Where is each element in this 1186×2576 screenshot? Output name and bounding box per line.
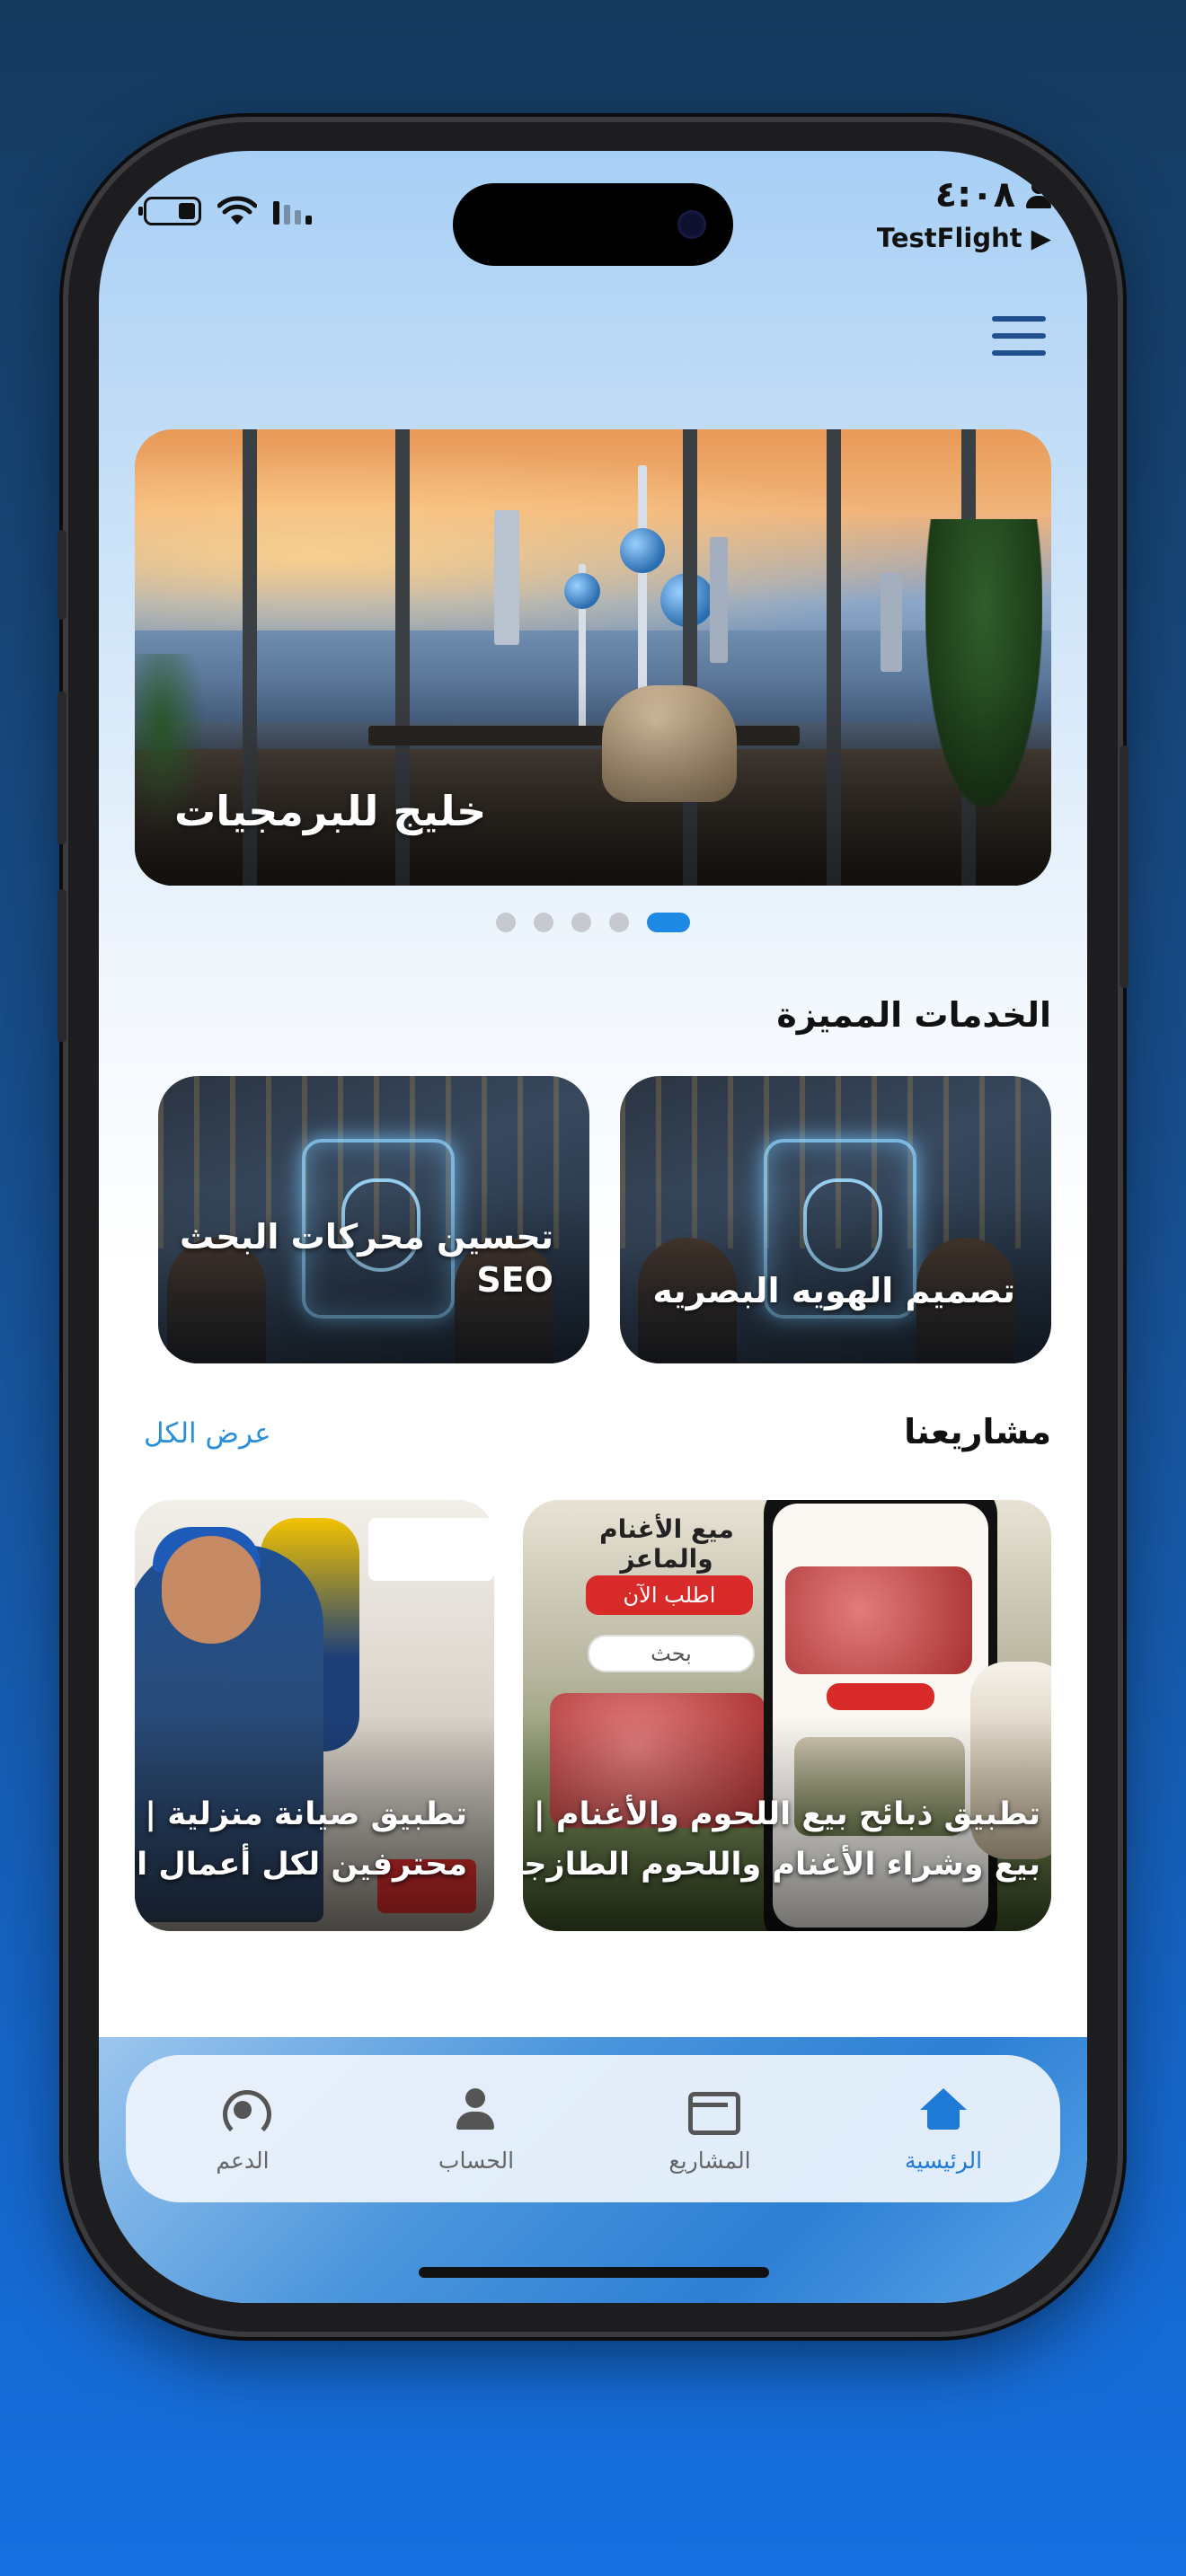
carousel-dot[interactable] bbox=[609, 913, 629, 932]
carousel-indicator bbox=[99, 913, 1087, 932]
cellular-signal-icon bbox=[273, 198, 312, 225]
carousel-dot[interactable] bbox=[534, 913, 553, 932]
carousel-dot-active[interactable] bbox=[647, 913, 690, 932]
person-icon-status bbox=[1026, 180, 1051, 210]
home-indicator[interactable] bbox=[419, 2267, 769, 2278]
project-title-line: تطبيق صيانة منزلية | فنيين bbox=[135, 1796, 467, 1832]
tab-label: المشاريع bbox=[668, 2147, 751, 2174]
hero-banner[interactable]: خليج للبرمجيات bbox=[135, 429, 1051, 886]
project-card-meat-app[interactable]: ميع الأغنام والماعز اطلب الآن بحث تطبيق … bbox=[523, 1500, 1051, 1931]
tab-bar: الرئيسية المشاريع الحساب الدعم bbox=[126, 2055, 1060, 2202]
status-time: ٤:٠٨ bbox=[934, 174, 1015, 216]
tab-label: الحساب bbox=[438, 2147, 515, 2174]
tab-support[interactable]: الدعم bbox=[153, 2085, 332, 2174]
support-icon bbox=[217, 2085, 271, 2139]
tab-home[interactable]: الرئيسية bbox=[854, 2085, 1033, 2174]
wifi-icon bbox=[217, 196, 257, 225]
tab-account[interactable]: الحساب bbox=[386, 2085, 566, 2174]
person-icon bbox=[451, 2085, 501, 2135]
tab-label: الدعم bbox=[216, 2147, 270, 2174]
mock-app-header: ميع الأغنام والماعز bbox=[599, 1514, 734, 1574]
carousel-dot[interactable] bbox=[496, 913, 516, 932]
services-section-title: الخدمات المميزة bbox=[776, 995, 1051, 1035]
view-all-link[interactable]: عرض الكل bbox=[144, 1417, 271, 1450]
dynamic-island bbox=[453, 183, 733, 266]
service-card-visual-identity[interactable]: تصميم الهويه البصريه bbox=[620, 1076, 1051, 1363]
status-indicators bbox=[138, 196, 312, 226]
tab-label: الرئيسية bbox=[904, 2147, 983, 2174]
service-card-seo[interactable]: تحسين محركات البحث SEO bbox=[158, 1076, 589, 1363]
side-button-power bbox=[1120, 745, 1128, 988]
project-title: تطبيق ذبائح بيع اللحوم والأغنام | بيع وش… bbox=[523, 1789, 1040, 1890]
project-title: تطبيق صيانة منزلية | فنيين محترفين لكل أ… bbox=[135, 1789, 467, 1890]
mock-search-field: بحث bbox=[588, 1635, 755, 1672]
tab-projects[interactable]: المشاريع bbox=[620, 2085, 800, 2174]
project-card-maintenance-app[interactable]: تطبيق صيانة منزلية | فنيين محترفين لكل أ… bbox=[135, 1500, 494, 1931]
project-title-line: محترفين لكل أعمال الصيانة bbox=[135, 1847, 467, 1883]
project-title-line: بيع وشراء الأغنام واللحوم الطازجة bbox=[523, 1847, 1040, 1883]
battery-icon bbox=[138, 197, 201, 225]
mock-order-button: اطلب الآن bbox=[586, 1575, 753, 1615]
service-label: تصميم الهويه البصريه bbox=[652, 1271, 1015, 1310]
status-right: ٤:٠٨ TestFlight ▶ bbox=[877, 174, 1051, 253]
project-title-line: تطبيق ذبائح بيع اللحوم والأغنام | bbox=[533, 1796, 1040, 1832]
service-label: تحسين محركات البحث SEO bbox=[179, 1217, 553, 1300]
app-screen: ٤:٠٨ TestFlight ▶ خليج للبرمجيات الخدمات… bbox=[99, 151, 1087, 2303]
hero-title: خليج للبرمجيات bbox=[174, 787, 487, 835]
carousel-dot[interactable] bbox=[571, 913, 591, 932]
back-to-testflight[interactable]: TestFlight ▶ bbox=[877, 223, 1051, 253]
side-button-action bbox=[58, 530, 66, 620]
hamburger-menu-icon[interactable] bbox=[992, 316, 1046, 356]
side-button-volume-up bbox=[58, 692, 66, 844]
projects-section-title: مشاريعنا bbox=[904, 1412, 1051, 1451]
card-icon bbox=[685, 2085, 740, 2135]
home-icon bbox=[918, 2085, 969, 2135]
front-camera bbox=[677, 210, 706, 239]
side-button-volume-down bbox=[58, 889, 66, 1042]
